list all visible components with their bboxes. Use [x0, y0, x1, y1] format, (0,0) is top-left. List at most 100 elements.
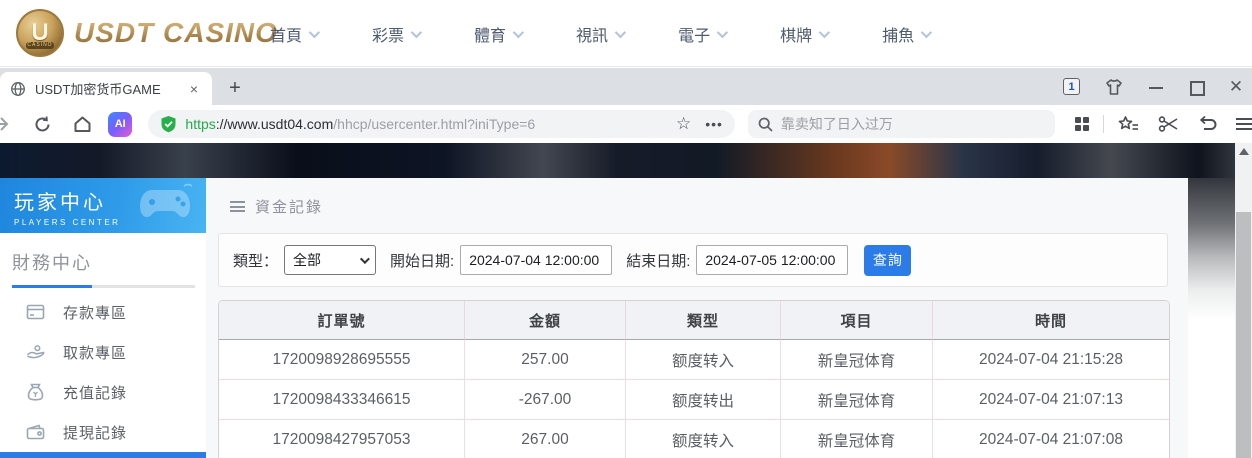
query-button[interactable]: 查詢 — [864, 244, 912, 276]
new-tab-button[interactable]: + — [222, 76, 248, 102]
undo-icon[interactable] — [1198, 115, 1217, 133]
search-icon — [758, 117, 773, 132]
globe-favicon-icon — [11, 81, 25, 96]
col-header-amount: 金額 — [465, 301, 626, 340]
chevron-down-icon — [410, 26, 423, 38]
chevron-down-icon — [308, 26, 321, 38]
url-text: https://www.usdt04.com/hhcp/usercenter.h… — [185, 116, 668, 132]
logo-ribbon: CASINO — [26, 42, 54, 49]
site-logo[interactable]: U CASINO USDT CASINO — [16, 9, 278, 57]
cell-time: 2024-07-04 21:15:28 — [933, 340, 1169, 380]
screenshot-scissors-icon[interactable] — [1158, 115, 1179, 133]
nav-item-live[interactable]: 視訊 — [576, 22, 627, 46]
address-bar[interactable]: https://www.usdt04.com/hhcp/usercenter.h… — [148, 110, 735, 138]
sidebar-menu: 存款專區 取款專區 充值記錄 提現記錄 資金記錄 › — [0, 292, 206, 458]
url-host: ://www.usdt04.com — [215, 116, 334, 132]
deposit-card-icon — [26, 304, 45, 320]
cell-project: 新皇冠体育 — [781, 420, 933, 458]
nav-item-slots[interactable]: 電子 — [678, 22, 729, 46]
start-date-input[interactable] — [460, 245, 613, 275]
logo-text: USDT CASINO — [74, 17, 278, 48]
sidebar-item-cashout-records[interactable]: 提現記錄 — [0, 412, 206, 452]
chevron-down-icon — [818, 26, 831, 38]
url-more-icon[interactable]: ••• — [705, 116, 723, 132]
search-placeholder: 靠卖知了日入过万 — [780, 116, 893, 132]
cell-type: 额度转入 — [626, 420, 781, 458]
minimize-button[interactable] — [1148, 79, 1164, 95]
col-header-order-no: 訂單號 — [219, 301, 465, 340]
cell-project: 新皇冠体育 — [781, 380, 933, 420]
finance-section-title: 財務中心 — [12, 253, 92, 273]
browser-tab-active[interactable]: USDT加密货币GAME × — [0, 72, 212, 105]
tab-count-badge[interactable]: 1 — [1063, 78, 1080, 95]
sidebar-item-deposit[interactable]: 存款專區 — [0, 292, 206, 332]
end-date-input[interactable] — [696, 245, 849, 275]
site-nav: 首頁 彩票 體育 視訊 電子 棋牌 捕魚 — [270, 0, 933, 67]
cell-amount: -267.00 — [465, 380, 626, 420]
bookmark-star-icon[interactable]: ☆ — [676, 114, 691, 134]
browser-menu-icon[interactable] — [1235, 118, 1252, 130]
page-title: 資金記錄 — [255, 199, 324, 216]
type-select[interactable]: 全部 — [284, 245, 377, 275]
cell-type: 额度转入 — [626, 340, 781, 380]
browser-tab-strip: USDT加密货币GAME × + 1 ✕ — [0, 68, 1252, 105]
forward-button[interactable] — [0, 115, 11, 133]
secure-shield-icon — [161, 116, 176, 133]
wallet-icon — [26, 424, 45, 440]
start-date-label: 開始日期: — [390, 252, 455, 270]
col-header-type: 類型 — [626, 301, 781, 340]
tab-title: USDT加密货币GAME — [35, 82, 161, 97]
col-header-project: 項目 — [781, 301, 933, 340]
hero-background-image — [0, 143, 1235, 178]
end-date-label: 結束日期: — [626, 252, 691, 270]
sidebar-header: 玩家中心 PLAYERS CENTER — [0, 178, 206, 233]
webpage-viewport: 玩家中心 PLAYERS CENTER 財務中心 存款專區 取款專區 充值記錄 … — [0, 143, 1252, 458]
chevron-down-icon — [512, 26, 525, 38]
table-row: 1720098433346615 -267.00 额度转出 新皇冠体育 2024… — [219, 380, 1169, 420]
filter-bar: 類型： 全部 開始日期: 結束日期: 查詢 — [218, 233, 1168, 287]
page-background-fade — [1188, 178, 1235, 458]
home-button[interactable] — [73, 115, 92, 133]
table-row: 1720098427957053 267.00 额度转入 新皇冠体育 2024-… — [219, 420, 1169, 458]
funds-records-panel: 資金記錄 類型： 全部 開始日期: 結束日期: 查詢 訂單號 — [206, 178, 1188, 458]
skin-theme-icon[interactable] — [1104, 78, 1124, 96]
chevron-down-icon — [920, 26, 933, 38]
cell-amount: 267.00 — [465, 420, 626, 458]
nav-item-chess[interactable]: 棋牌 — [780, 22, 831, 46]
page-scrollbar[interactable] — [1235, 143, 1252, 458]
toolbar-divider — [1103, 115, 1104, 133]
ai-assistant-button[interactable]: AI — [108, 111, 133, 137]
cell-project: 新皇冠体育 — [781, 340, 933, 380]
nav-item-lottery[interactable]: 彩票 — [372, 22, 423, 46]
table-header-row: 訂單號 金額 類型 項目 時間 — [219, 301, 1169, 340]
toolbar-right-icons — [1118, 115, 1252, 134]
toolbar-search-box[interactable]: 靠卖知了日入过万 — [747, 110, 1056, 138]
sidebar-item-withdraw[interactable]: 取款專區 — [0, 332, 206, 372]
scrollbar-thumb[interactable] — [1236, 212, 1251, 458]
cell-order-no: 1720098427957053 — [219, 420, 465, 458]
favorites-star-icon[interactable] — [1118, 115, 1139, 134]
section-divider — [12, 285, 195, 288]
withdraw-hand-icon — [26, 345, 45, 359]
sidebar-item-recharge-records[interactable]: 充值記錄 — [0, 372, 206, 412]
url-scheme: https — [185, 116, 216, 132]
cell-order-no: 1720098433346615 — [219, 380, 465, 420]
col-header-time: 時間 — [933, 301, 1169, 340]
sidebar-item-funds-records[interactable]: 資金記錄 › — [0, 452, 206, 458]
nav-item-home[interactable]: 首頁 — [270, 22, 321, 46]
screen: U CASINO USDT CASINO 首頁 彩票 體育 視訊 電子 棋牌 捕… — [0, 0, 1252, 458]
window-close-button[interactable]: ✕ — [1228, 78, 1244, 95]
tab-close-icon[interactable]: × — [186, 81, 202, 97]
refresh-button[interactable] — [33, 115, 52, 134]
maximize-button[interactable] — [1188, 79, 1205, 96]
nav-item-fishing[interactable]: 捕魚 — [882, 22, 933, 46]
apps-grid-icon[interactable] — [1075, 117, 1090, 131]
money-bag-icon — [27, 383, 44, 401]
cell-amount: 257.00 — [465, 340, 626, 380]
nav-item-sports[interactable]: 體育 — [474, 22, 525, 46]
cell-time: 2024-07-04 21:07:13 — [933, 380, 1169, 420]
players-center-sidebar: 玩家中心 PLAYERS CENTER 財務中心 存款專區 取款專區 充值記錄 … — [0, 178, 206, 458]
chevron-down-icon — [716, 26, 729, 38]
scroll-up-arrow-icon[interactable] — [1239, 148, 1249, 155]
table-row: 1720098928695555 257.00 额度转入 新皇冠体育 2024-… — [219, 340, 1169, 380]
